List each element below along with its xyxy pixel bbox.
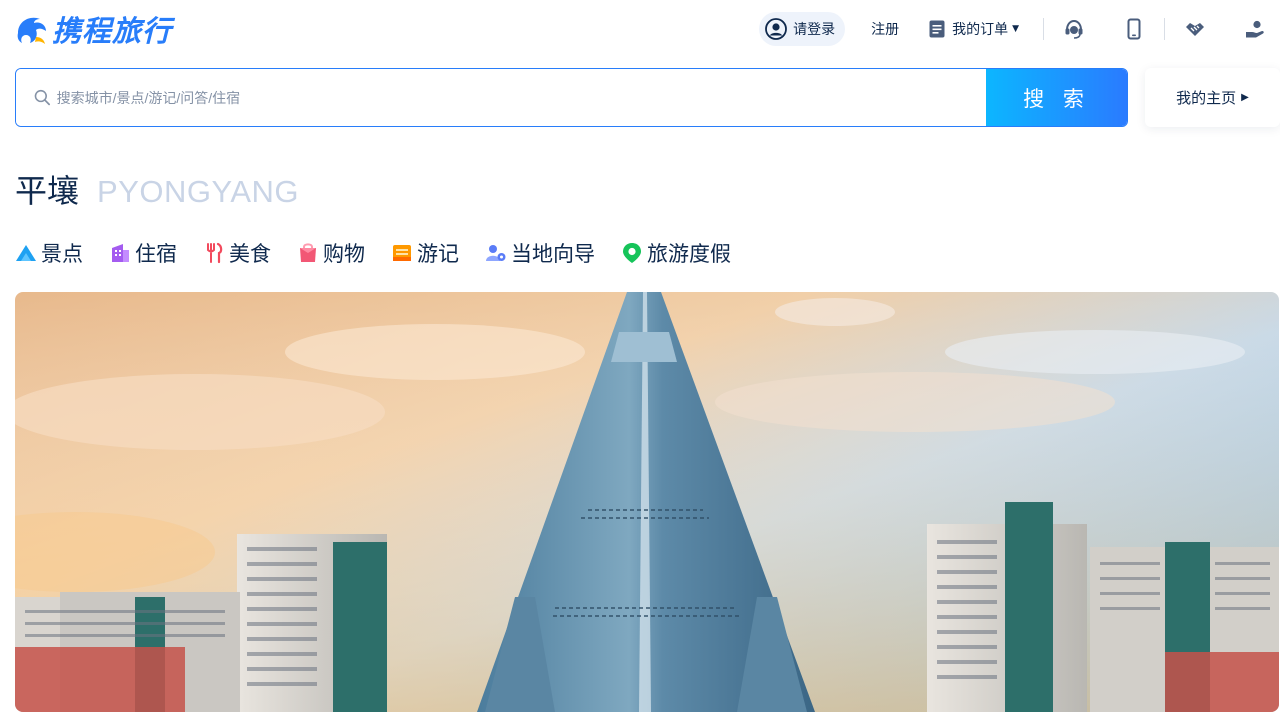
tab-label: 游记 bbox=[417, 242, 459, 266]
food-icon bbox=[207, 242, 223, 264]
top-header: 携程旅行 请登录 注册 我的订单 ▼ bbox=[0, 0, 1280, 58]
login-label: 请登录 bbox=[793, 22, 836, 38]
search-button[interactable]: 搜 索 bbox=[986, 69, 1127, 126]
city-name-chinese: 平壤 bbox=[15, 172, 80, 210]
handshake-icon[interactable] bbox=[1184, 18, 1206, 40]
search-input[interactable] bbox=[56, 89, 986, 106]
tab-label: 旅游度假 bbox=[647, 242, 731, 266]
search-bar: 搜 索 bbox=[15, 68, 1128, 127]
tab-shopping[interactable]: 购物 bbox=[297, 238, 365, 268]
travelogue-icon bbox=[393, 245, 411, 261]
city-name-english: PYONGYANG bbox=[97, 174, 300, 209]
my-homepage-label: 我的主页 bbox=[1176, 89, 1237, 107]
headset-icon[interactable] bbox=[1063, 18, 1085, 40]
my-orders-dropdown[interactable]: 我的订单 ▼ bbox=[929, 19, 1019, 39]
tab-vacation[interactable]: 旅游度假 bbox=[621, 238, 731, 268]
tab-label: 当地向导 bbox=[511, 242, 595, 266]
hotel-icon bbox=[112, 244, 129, 262]
local-guide-icon bbox=[486, 245, 506, 261]
tab-label: 美食 bbox=[229, 242, 271, 266]
ctrip-logo[interactable]: 携程旅行 bbox=[14, 10, 172, 48]
register-link[interactable]: 注册 bbox=[871, 19, 899, 39]
order-document-icon bbox=[929, 20, 945, 38]
brand-name: 携程旅行 bbox=[52, 14, 173, 48]
ryugyong-hotel-photo bbox=[15, 292, 1279, 712]
nav-divider bbox=[1164, 18, 1165, 40]
category-tabs: 景点 住宿 美食 购物 游记 当地向导 旅游度假 bbox=[15, 238, 757, 268]
my-orders-label: 我的订单 bbox=[952, 22, 1009, 38]
search-icon bbox=[34, 89, 51, 106]
city-hero-image[interactable] bbox=[15, 292, 1279, 712]
mobile-app-icon[interactable] bbox=[1123, 18, 1145, 40]
city-title: 平壤 PYONGYANG bbox=[15, 166, 299, 212]
tab-label: 住宿 bbox=[135, 242, 177, 266]
tab-local-guide[interactable]: 当地向导 bbox=[485, 238, 595, 268]
tab-travelogues[interactable]: 游记 bbox=[391, 238, 459, 268]
shopping-icon bbox=[300, 243, 316, 262]
tab-label: 景点 bbox=[41, 242, 83, 266]
tab-label: 购物 bbox=[323, 242, 365, 266]
my-homepage-button[interactable]: 我的主页 ▶ bbox=[1145, 68, 1280, 127]
chevron-down-icon: ▼ bbox=[1012, 24, 1019, 34]
search-field[interactable] bbox=[16, 69, 986, 126]
tab-food[interactable]: 美食 bbox=[203, 238, 271, 268]
tab-hotels[interactable]: 住宿 bbox=[109, 238, 177, 268]
chevron-right-icon: ▶ bbox=[1241, 92, 1249, 103]
login-button[interactable]: 请登录 bbox=[759, 12, 846, 46]
dolphin-logo-icon bbox=[17, 17, 46, 44]
nav-divider bbox=[1043, 18, 1044, 40]
avatar-icon bbox=[765, 18, 787, 40]
user-service-icon[interactable] bbox=[1244, 18, 1266, 40]
attraction-icon bbox=[16, 245, 36, 261]
vacation-icon bbox=[623, 243, 641, 263]
tab-attractions[interactable]: 景点 bbox=[15, 238, 83, 268]
top-nav: 请登录 注册 我的订单 ▼ bbox=[759, 12, 1280, 46]
